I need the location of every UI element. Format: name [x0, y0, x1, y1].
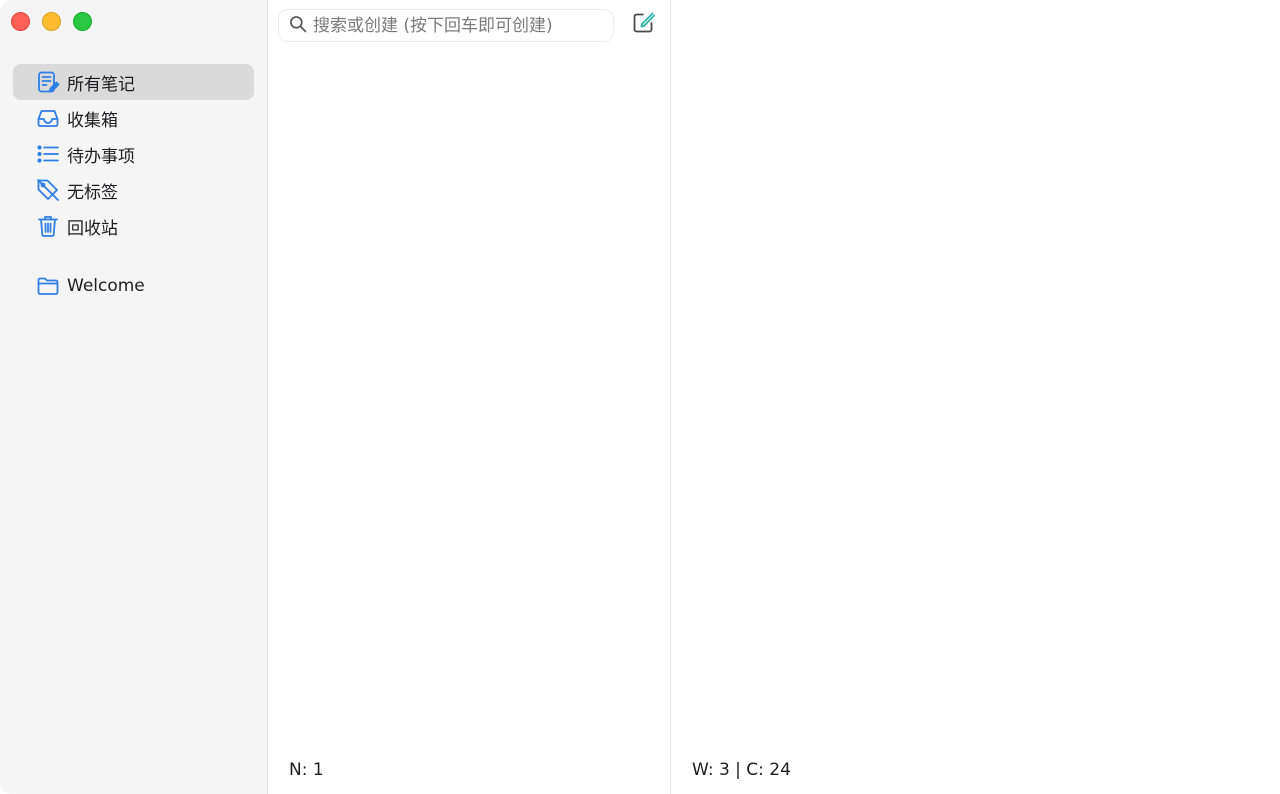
inbox-icon: [36, 105, 62, 131]
list-icon: [36, 141, 62, 167]
new-note-button[interactable]: [630, 12, 656, 38]
sidebar-item-label: 无标签: [67, 182, 118, 203]
sidebar-item-label: 收集箱: [67, 110, 118, 131]
sidebar-item-label: 回收站: [67, 218, 118, 239]
sidebar-item-inbox[interactable]: 收集箱: [13, 100, 254, 136]
sidebar-item-label: 待办事项: [67, 146, 135, 167]
folder-icon: [36, 273, 62, 299]
sidebar: 所有笔记 收集箱 待办事项 无标签 回收站 Welcome: [0, 0, 268, 794]
folder-item-welcome[interactable]: Welcome: [13, 268, 254, 304]
search-input[interactable]: [313, 15, 603, 36]
maximize-window-button[interactable]: [73, 12, 92, 31]
sidebar-item-label: 所有笔记: [67, 74, 135, 95]
search-box[interactable]: [278, 9, 614, 42]
tag-off-icon: [36, 177, 62, 203]
folder-label: Welcome: [67, 276, 145, 296]
trash-icon: [36, 213, 62, 239]
sidebar-nav: 所有笔记 收集箱 待办事项 无标签 回收站: [13, 64, 254, 244]
compose-icon: [631, 11, 655, 39]
editor-pane[interactable]: W: 3 | C: 24: [671, 0, 1280, 794]
note-count-status: N: 1: [289, 760, 324, 780]
sidebar-item-untagged[interactable]: 无标签: [13, 172, 254, 208]
sidebar-item-todo[interactable]: 待办事项: [13, 136, 254, 172]
notes-icon: [36, 69, 62, 95]
sidebar-item-trash[interactable]: 回收站: [13, 208, 254, 244]
notes-list-pane: N: 1: [268, 0, 671, 794]
word-count-status: W: 3 | C: 24: [692, 760, 791, 780]
close-window-button[interactable]: [11, 12, 30, 31]
sidebar-item-all-notes[interactable]: 所有笔记: [13, 64, 254, 100]
folder-list: Welcome: [13, 268, 254, 304]
search-icon: [288, 14, 308, 38]
minimize-window-button[interactable]: [42, 12, 61, 31]
window-controls: [11, 12, 92, 31]
app-window: 所有笔记 收集箱 待办事项 无标签 回收站 Welcome 搜索或创建 (按下回…: [0, 0, 1280, 794]
